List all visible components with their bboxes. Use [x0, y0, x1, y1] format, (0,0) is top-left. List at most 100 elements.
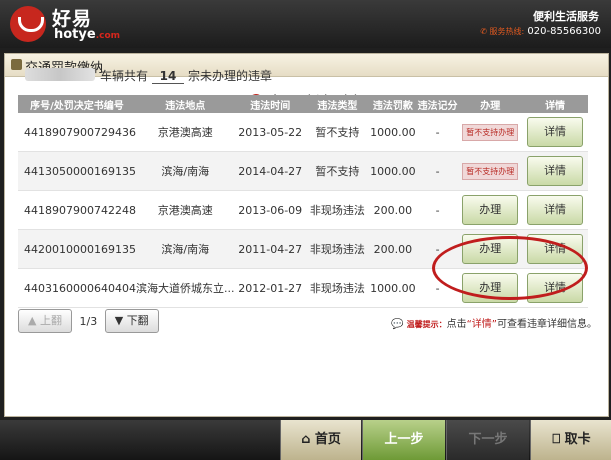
table-row: 4418907900742248 京港澳高速 2013-06-09 非现场违法 … [18, 190, 588, 230]
table-header-row: 序号/处罚决定书编号 违法地点 违法时间 违法类型 违法罚款 违法记分 办理 详… [18, 95, 588, 113]
logo-en-main: hotye [54, 27, 96, 42]
service-name: 便利生活服务 [533, 10, 599, 23]
hotline-number: 020-85566300 [527, 26, 601, 37]
cell-action: 办理 [458, 229, 523, 269]
speech-bubble-icon: 💬 [390, 319, 404, 330]
cell-points: - [416, 229, 459, 269]
violation-table: 序号/处罚决定书编号 违法地点 违法时间 违法类型 违法罚款 违法记分 办理 详… [18, 95, 588, 308]
cell-action: 办理 [458, 268, 523, 308]
eject-card-button[interactable]: ⎕ 取卡 [530, 420, 611, 460]
header-number: 序号/处罚决定书编号 [30, 100, 124, 112]
header-place: 违法地点 [165, 100, 206, 112]
header-points: 违法记分 [417, 100, 458, 112]
hint-quoted: “详情” [466, 319, 497, 330]
hint-label: 温馨提示： [406, 320, 447, 329]
cell-number: 4418907900742248 [18, 190, 136, 230]
cell-points: - [416, 190, 459, 230]
violation-summary: 车辆共有 14 宗未办理的违章 [100, 67, 272, 84]
hotline-label: 服务热线: [489, 27, 525, 36]
home-button[interactable]: ⌂ 首页 [280, 420, 361, 460]
detail-button[interactable]: 详情 [527, 117, 584, 147]
cell-action: 暂不支持办理 [458, 113, 523, 152]
hint-before: 点击 [446, 319, 467, 330]
cell-type: 非现场违法 [305, 229, 369, 269]
next-step-button[interactable]: 下一步 [446, 420, 529, 460]
header-time: 违法时间 [250, 100, 291, 112]
cell-detail: 详情 [522, 151, 588, 191]
table-row: 4403160000640404 滨海大道侨城东立... 2012-01-27 … [18, 268, 588, 308]
home-label: 首页 [314, 432, 341, 447]
cell-time: 2013-05-22 [234, 113, 306, 152]
header-action: 办理 [480, 100, 501, 112]
process-button[interactable]: 办理 [462, 234, 519, 264]
eject-card-label: 取卡 [564, 432, 591, 447]
pager: ▲ 上翻 1/3 ▼ 下翻 [18, 309, 159, 333]
cell-detail: 详情 [522, 190, 588, 230]
cell-type: 非现场违法 [305, 190, 369, 230]
car-icon [11, 59, 22, 70]
arrow-up-icon: ▲ [28, 314, 40, 327]
not-supported-badge: 暂不支持办理 [462, 123, 519, 141]
cell-detail: 详情 [522, 268, 588, 308]
page-up-label: 上翻 [39, 314, 62, 327]
hint-text: 💬 温馨提示：点击“详情”可查看违章详细信息。 [391, 315, 597, 330]
detail-button[interactable]: 详情 [527, 195, 584, 225]
not-supported-badge: 暂不支持办理 [462, 162, 519, 180]
detail-button[interactable]: 详情 [527, 234, 584, 264]
cell-points: - [416, 151, 459, 191]
header-detail: 详情 [545, 100, 566, 112]
process-button[interactable]: 办理 [462, 273, 519, 303]
table-row: 4413050000169135 滨海/南海 2014-04-27 暂不支持 1… [18, 151, 588, 191]
cell-place: 京港澳高速 [135, 113, 235, 152]
page-down-button[interactable]: ▼ 下翻 [104, 309, 159, 333]
top-header: 好易 hotye.com 便利生活服务 ✆ 服务热线: 020-85566300 [0, 0, 611, 48]
arrow-down-icon: ▼ [114, 314, 127, 327]
process-button[interactable]: 办理 [462, 195, 519, 225]
cell-points: - [416, 268, 459, 308]
cell-action: 暂不支持办理 [458, 151, 523, 191]
header-fine: 违法罚款 [372, 100, 413, 112]
cell-detail: 详情 [522, 229, 588, 269]
cell-place: 滨海/南海 [135, 229, 235, 269]
cell-fine: 200.00 [368, 190, 417, 230]
cell-fine: 1000.00 [368, 113, 417, 152]
cell-number: 4413050000169135 [18, 151, 136, 191]
cell-time: 2012-01-27 [234, 268, 306, 308]
summary-prefix: 车辆共有 [100, 69, 149, 83]
cell-number: 4418907900729436 [18, 113, 136, 152]
cell-detail: 详情 [522, 113, 588, 152]
cell-time: 2013-06-09 [234, 190, 306, 230]
cell-type: 暂不支持 [305, 113, 369, 152]
cell-time: 2011-04-27 [234, 229, 306, 269]
cell-number: 4403160000640404 [18, 268, 136, 308]
detail-button[interactable]: 详情 [527, 156, 584, 186]
cell-time: 2014-04-27 [234, 151, 306, 191]
page-down-label: 下翻 [126, 314, 149, 327]
hotline: ✆ 服务热线: 020-85566300 [480, 26, 601, 37]
detail-button[interactable]: 详情 [527, 273, 584, 303]
logo-english-text: hotye.com [54, 27, 120, 42]
cell-number: 4420010000169135 [18, 229, 136, 269]
vehicle-count: 14 [152, 69, 185, 84]
cell-points: - [416, 113, 459, 152]
summary-suffix: 宗未办理的违章 [188, 69, 273, 83]
hint-after: 可查看违章详细信息。 [497, 319, 597, 330]
table-row: 4418907900729436 京港澳高速 2013-05-22 暂不支持 1… [18, 113, 588, 152]
cell-action: 办理 [458, 190, 523, 230]
table-row: 4420010000169135 滨海/南海 2011-04-27 非现场违法 … [18, 229, 588, 269]
page-up-button[interactable]: ▲ 上翻 [18, 309, 72, 333]
cell-fine: 1000.00 [368, 151, 417, 191]
card-icon: ⎕ [552, 432, 565, 447]
cell-type: 暂不支持 [305, 151, 369, 191]
cell-place: 滨海大道侨城东立... [135, 268, 235, 308]
cell-fine: 200.00 [368, 229, 417, 269]
blurred-plate-number [25, 68, 95, 81]
header-type: 违法类型 [317, 100, 358, 112]
cell-type: 非现场违法 [305, 268, 369, 308]
phone-icon: ✆ [480, 27, 490, 36]
logo-en-suffix: .com [95, 31, 121, 41]
page-indicator: 1/3 [79, 314, 98, 328]
panel-title-bar: 交通罚款缴纳 [5, 54, 608, 77]
previous-step-button[interactable]: 上一步 [362, 420, 445, 460]
cell-fine: 1000.00 [368, 268, 417, 308]
